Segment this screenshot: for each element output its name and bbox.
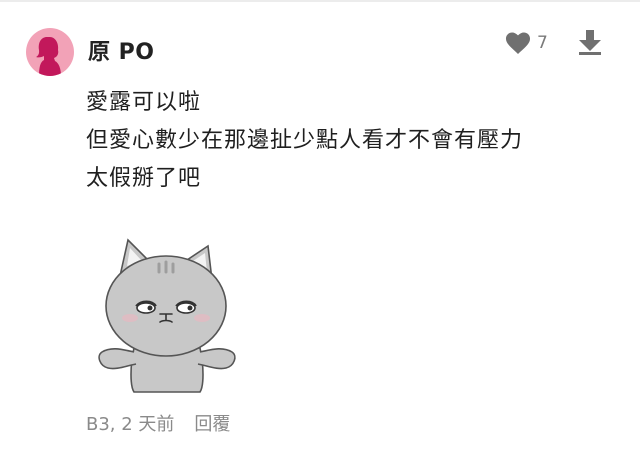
like-count: 7 bbox=[537, 33, 548, 53]
comment-line-1: 愛露可以啦 bbox=[86, 90, 202, 115]
comment-meta: B3, 2 天前 回覆 bbox=[86, 410, 230, 436]
comment-body: 愛露可以啦 但愛心數少在那邊扯少點人看才不會有壓力 太假掰了吧 bbox=[86, 84, 523, 198]
arrow-down-icon bbox=[579, 30, 601, 55]
reply-button[interactable]: 回覆 bbox=[194, 410, 230, 436]
download-button[interactable] bbox=[578, 29, 602, 55]
avatar[interactable] bbox=[26, 28, 74, 76]
author-name[interactable]: 原 PO bbox=[88, 34, 155, 66]
heart-icon bbox=[505, 32, 531, 54]
female-silhouette-icon bbox=[36, 37, 61, 76]
comment-line-2: 但愛心數少在那邊扯少點人看才不會有壓力 bbox=[86, 128, 524, 153]
like-button[interactable]: 7 bbox=[505, 30, 548, 56]
grumpy-cat-icon bbox=[98, 238, 236, 393]
cat-sticker bbox=[96, 236, 238, 394]
floor-and-time: B3, 2 天前 bbox=[86, 414, 175, 435]
comment-line-3: 太假掰了吧 bbox=[86, 166, 202, 191]
comment-card: 原 PO 7 愛露可以啦 但愛心數少在那邊扯少點人看才不會有壓力 太假掰了吧 B… bbox=[0, 0, 640, 455]
